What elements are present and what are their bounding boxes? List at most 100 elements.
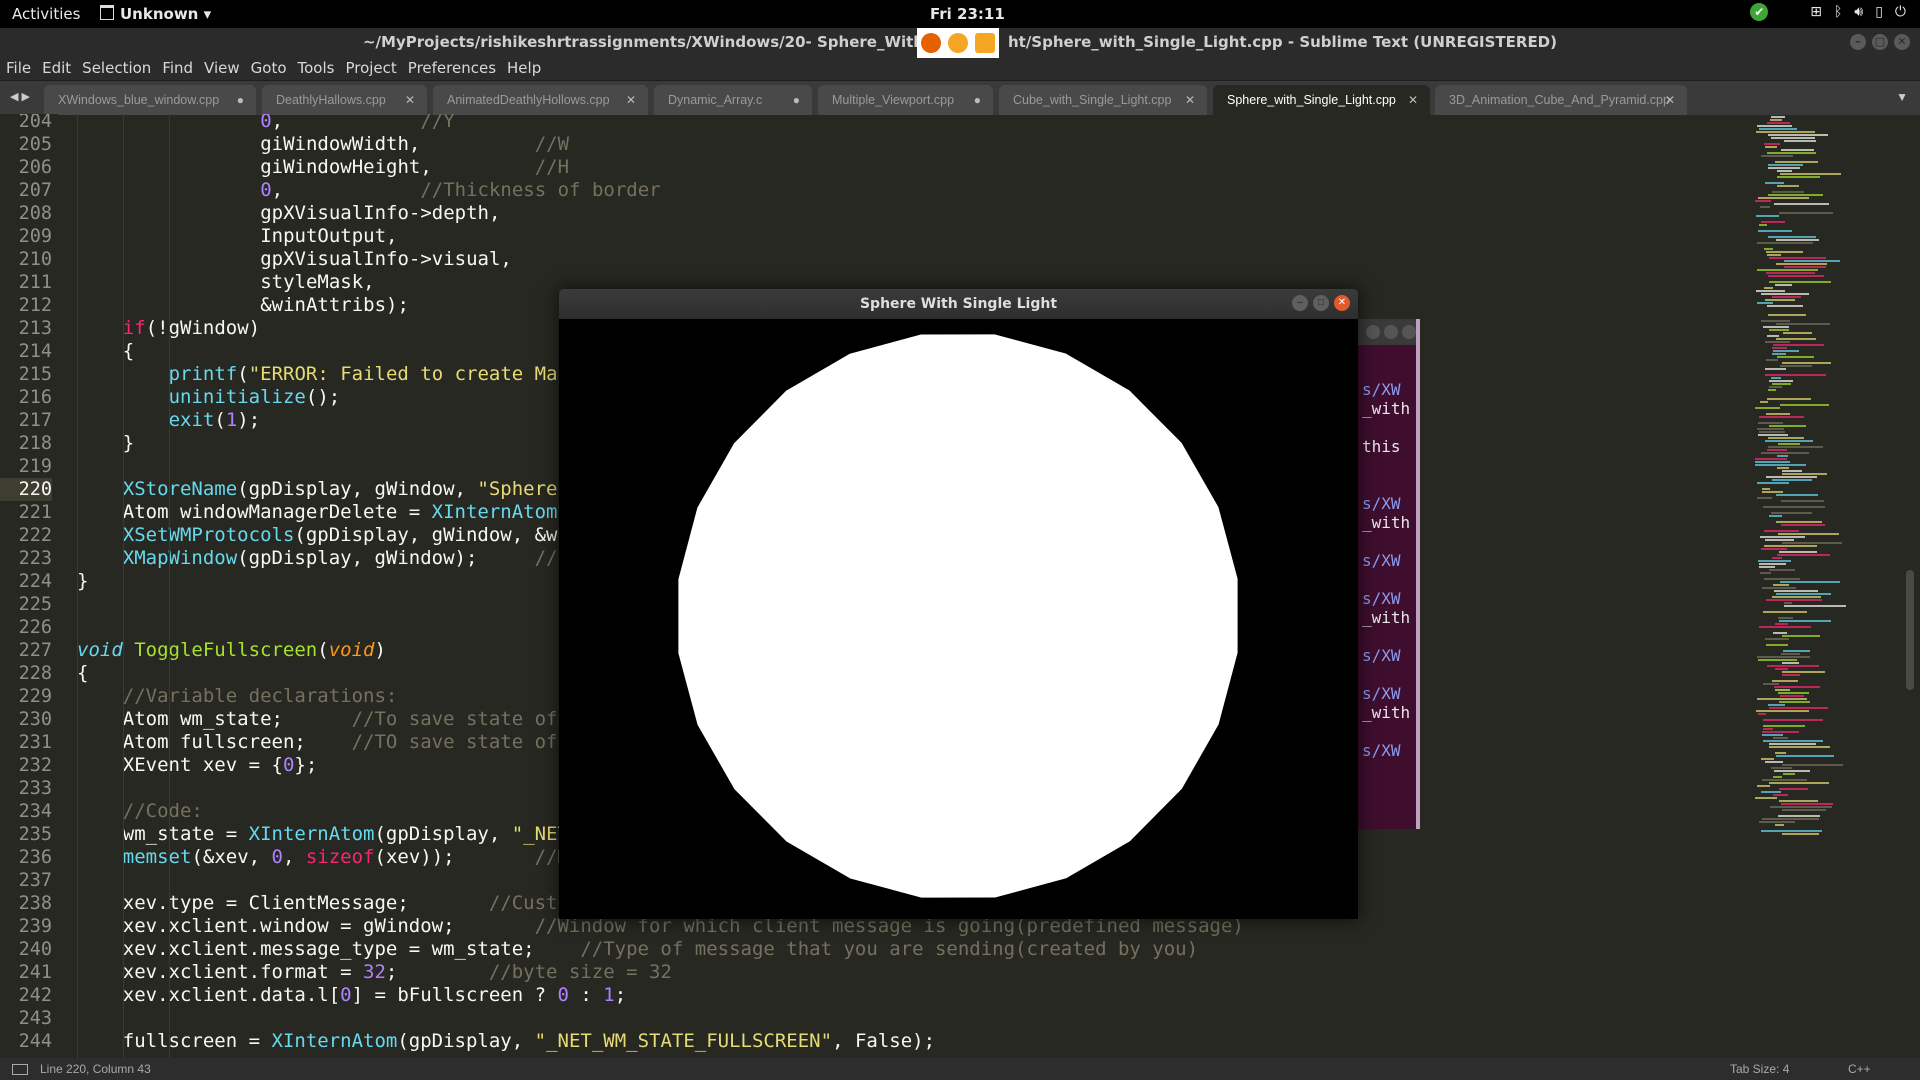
tab-deathlyhallows-cpp[interactable]: DeathlyHallows.cpp ✕ [262, 85, 427, 115]
code-line[interactable]: xev.xclient.data.l[0] = bFullscreen ? 0 … [123, 984, 626, 1007]
scrollbar-thumb[interactable] [1906, 570, 1914, 690]
menu-selection[interactable]: Selection [76, 58, 151, 77]
line-number[interactable]: 205 [0, 133, 52, 156]
tab-close-icon[interactable]: ✕ [1665, 85, 1675, 115]
terminal-minimize-button[interactable] [1366, 325, 1380, 339]
code-line[interactable]: xev.xclient.format = 32; //byte size = 3… [123, 961, 672, 984]
minimize-button[interactable]: – [1850, 34, 1866, 50]
menu-goto[interactable]: Goto [245, 58, 287, 77]
code-line[interactable]: { [123, 340, 134, 363]
menu-find[interactable]: Find [156, 58, 193, 77]
screen-share-icon[interactable] [975, 33, 996, 53]
line-number[interactable]: 230 [0, 708, 52, 731]
line-number[interactable]: 231 [0, 731, 52, 754]
shield-check-icon[interactable]: ✔ [1750, 3, 1769, 21]
opengl-window[interactable]: Sphere With Single Light – □ ✕ [559, 289, 1358, 919]
line-number[interactable]: 222 [0, 524, 52, 547]
line-number[interactable]: 234 [0, 800, 52, 823]
code-line[interactable]: 0, //Y [260, 114, 455, 133]
code-line[interactable]: XMapWindow(gpDisplay, gWindow); //Sh [123, 547, 581, 570]
unsaved-dot-icon[interactable]: ● [793, 85, 800, 115]
code-line[interactable]: giWindowHeight, //H [260, 156, 569, 179]
code-line[interactable]: giWindowWidth, //W [260, 133, 569, 156]
tab-close-icon[interactable]: ✕ [1185, 85, 1195, 115]
code-line[interactable]: //Code: [123, 800, 203, 823]
line-number[interactable]: 223 [0, 547, 52, 570]
line-number[interactable]: 224 [0, 570, 52, 593]
tab-3d-animation-cube-and-pyramid-cpp[interactable]: 3D_Animation_Cube_And_Pyramid.cpp ✕ [1435, 85, 1687, 115]
screen-recorder-overlay[interactable] [917, 28, 999, 58]
gl-minimize-button[interactable]: – [1292, 295, 1308, 311]
line-number[interactable]: 211 [0, 271, 52, 294]
terminal-close-button[interactable] [1402, 325, 1416, 339]
code-line[interactable]: } [77, 570, 88, 593]
code-line[interactable]: gpXVisualInfo->depth, [260, 202, 500, 225]
tab-list-dropdown-icon[interactable]: ▼ [1896, 90, 1908, 104]
line-number[interactable]: 236 [0, 846, 52, 869]
code-line[interactable]: gpXVisualInfo->visual, [260, 248, 512, 271]
tab-scroll-arrows-icon[interactable]: ◀ ▶ [10, 90, 30, 103]
line-number[interactable]: 238 [0, 892, 52, 915]
line-number[interactable]: 226 [0, 616, 52, 639]
close-button[interactable]: ✕ [1894, 34, 1910, 50]
code-line[interactable]: styleMask, [260, 271, 374, 294]
code-line[interactable]: memset(&xev, 0, sizeof(xev)); //Me [123, 846, 581, 869]
line-number[interactable]: 208 [0, 202, 52, 225]
menu-project[interactable]: Project [339, 58, 396, 77]
code-line[interactable]: InputOutput, [260, 225, 397, 248]
terminal-maximize-button[interactable] [1384, 325, 1398, 339]
line-number[interactable]: 233 [0, 777, 52, 800]
minimap[interactable] [1755, 114, 1905, 1058]
code-line[interactable]: Atom wm_state; //To save state of n [123, 708, 581, 731]
line-number[interactable]: 237 [0, 869, 52, 892]
code-line[interactable]: Atom fullscreen; //TO save state of f [123, 731, 581, 754]
volume-icon[interactable]: 🔊︎ [1854, 4, 1863, 20]
code-line[interactable]: } [123, 432, 134, 455]
tab-cube-with-single-light-cpp[interactable]: Cube_with_Single_Light.cpp ✕ [999, 85, 1207, 115]
line-number[interactable]: 243 [0, 1007, 52, 1030]
bluetooth-icon[interactable]: ᛒ [1834, 4, 1842, 20]
code-line[interactable]: Atom windowManagerDelete = XInternAtom(g [123, 501, 581, 524]
microphone-icon[interactable] [947, 33, 968, 53]
syntax-selector[interactable]: C++ [1848, 1062, 1871, 1076]
line-number[interactable]: 244 [0, 1030, 52, 1053]
line-number[interactable]: 240 [0, 938, 52, 961]
menu-help[interactable]: Help [501, 58, 541, 77]
battery-icon[interactable]: ▯ [1875, 4, 1883, 20]
code-line[interactable]: wm_state = XInternAtom(gpDisplay, "_NET_ [123, 823, 581, 846]
maximize-button[interactable]: □ [1872, 34, 1888, 50]
code-line[interactable]: //Variable declarations: [123, 685, 398, 708]
line-number[interactable]: 221 [0, 501, 52, 524]
line-number[interactable]: 227 [0, 639, 52, 662]
line-number[interactable]: 229 [0, 685, 52, 708]
unsaved-dot-icon[interactable]: ● [237, 85, 244, 115]
code-line[interactable]: XStoreName(gpDisplay, gWindow, "Sphere W [123, 478, 581, 501]
line-number[interactable]: 225 [0, 593, 52, 616]
line-number[interactable]: 209 [0, 225, 52, 248]
code-line[interactable]: XSetWMProtocols(gpDisplay, gWindow, &win [123, 524, 581, 547]
code-line[interactable]: if(!gWindow) [123, 317, 260, 340]
line-number[interactable]: 220 [0, 478, 52, 501]
line-number[interactable]: 207 [0, 179, 52, 202]
code-line[interactable]: 0, //Thickness of border [260, 179, 660, 202]
line-number[interactable]: 204 [0, 114, 52, 133]
line-number[interactable]: 235 [0, 823, 52, 846]
gl-maximize-button[interactable]: □ [1313, 295, 1329, 311]
line-number[interactable]: 232 [0, 754, 52, 777]
power-icon[interactable]: ⏻ [1895, 4, 1906, 20]
code-line[interactable]: printf("ERROR: Failed to create Main [169, 363, 581, 386]
network-icon[interactable]: ⊞ [1810, 4, 1822, 20]
menu-view[interactable]: View [198, 58, 240, 77]
tab-close-icon[interactable]: ✕ [626, 85, 636, 115]
line-number[interactable]: 215 [0, 363, 52, 386]
code-line[interactable]: { [77, 662, 88, 685]
code-line[interactable]: xev.type = ClientMessage; //Custom [123, 892, 581, 915]
menu-tools[interactable]: Tools [292, 58, 335, 77]
firefox-icon[interactable] [920, 33, 941, 53]
system-tray[interactable]: ✔ ⊞ ᛒ 🔊︎ ▯ ⏻ [1750, 3, 1906, 21]
unsaved-dot-icon[interactable]: ● [974, 85, 981, 115]
tab-dynamic-array-c[interactable]: Dynamic_Array.c ● [654, 85, 812, 115]
clock[interactable]: Fri 23:11 [930, 5, 1005, 23]
line-number[interactable]: 210 [0, 248, 52, 271]
line-number[interactable]: 242 [0, 984, 52, 1007]
